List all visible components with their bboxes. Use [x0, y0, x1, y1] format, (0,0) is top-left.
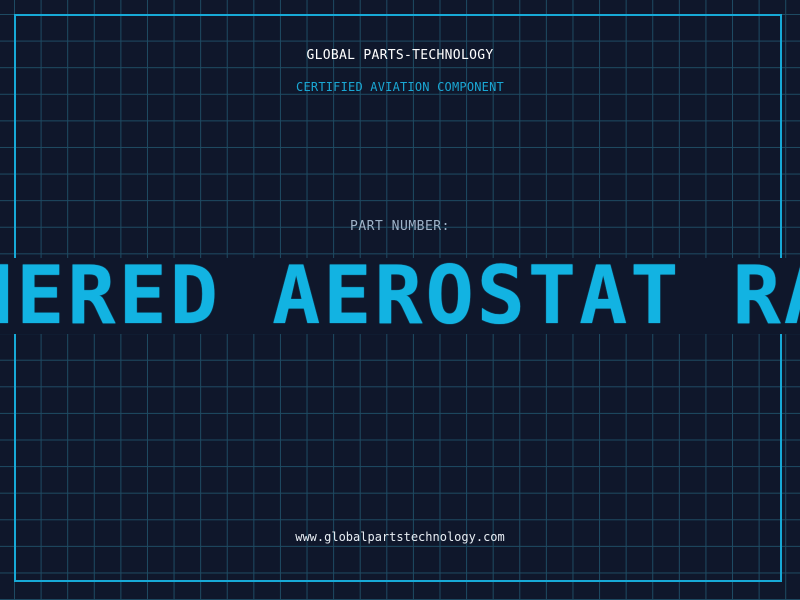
- part-number-value: TETHERED AEROSTAT RADAR: [0, 258, 800, 334]
- website-link[interactable]: www.globalpartstechnology.com: [0, 530, 800, 544]
- part-number-label: PART NUMBER:: [350, 219, 450, 234]
- company-name: GLOBAL PARTS-TECHNOLOGY: [306, 48, 494, 63]
- part-number-banner: TETHERED AEROSTAT RADAR: [0, 258, 800, 334]
- certification-label: CERTIFIED AVIATION COMPONENT: [296, 80, 504, 94]
